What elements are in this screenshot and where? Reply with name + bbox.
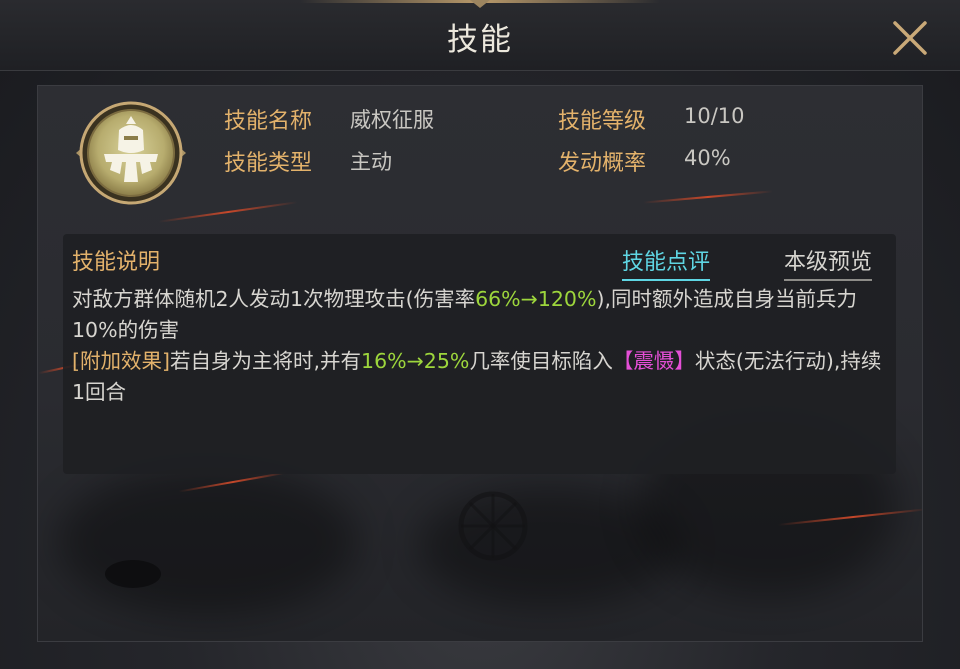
skill-screen: { "header": { "title": "技能", "close_icon… <box>0 0 960 669</box>
skill-icon-badge <box>76 100 186 206</box>
tab-skill-review[interactable]: 技能点评 <box>622 244 711 281</box>
close-button[interactable] <box>890 18 930 58</box>
warrior-helmet-icon <box>76 101 186 205</box>
skill-level-value: 10/10 <box>684 104 745 128</box>
close-icon <box>893 21 927 55</box>
description-text: 若自身为主将时,并有 <box>170 349 362 373</box>
skill-description-text: 对敌方群体随机2人发动1次物理攻击(伤害率66%→120%),同时额外造成自身当… <box>72 284 882 408</box>
status-effect-name: 【震慑】 <box>612 349 695 373</box>
damage-rate-highlight: 66%→120% <box>475 287 597 311</box>
skill-name-value: 威权征服 <box>350 108 434 132</box>
skill-name-label: 技能名称 <box>224 109 313 134</box>
skill-type-value: 主动 <box>350 150 392 174</box>
title-bar: 技能 <box>0 0 960 71</box>
trigger-chance-value: 40% <box>684 146 731 170</box>
description-text: 几率使目标陷入 <box>469 349 613 373</box>
skill-level-label: 技能等级 <box>558 109 647 134</box>
description-text: 对敌方群体随机2人发动1次物理攻击(伤害率 <box>72 287 476 311</box>
tab-level-preview[interactable]: 本级预览 <box>784 244 873 281</box>
title-ornament-notch <box>470 0 490 8</box>
description-title: 技能说明 <box>72 250 161 275</box>
trigger-chance-label: 发动概率 <box>558 151 647 176</box>
skill-type-label: 技能类型 <box>224 151 313 176</box>
chance-highlight: 16%→25% <box>361 349 470 373</box>
page-title: 技能 <box>447 22 513 58</box>
extra-effect-label: [附加效果] <box>72 349 170 373</box>
